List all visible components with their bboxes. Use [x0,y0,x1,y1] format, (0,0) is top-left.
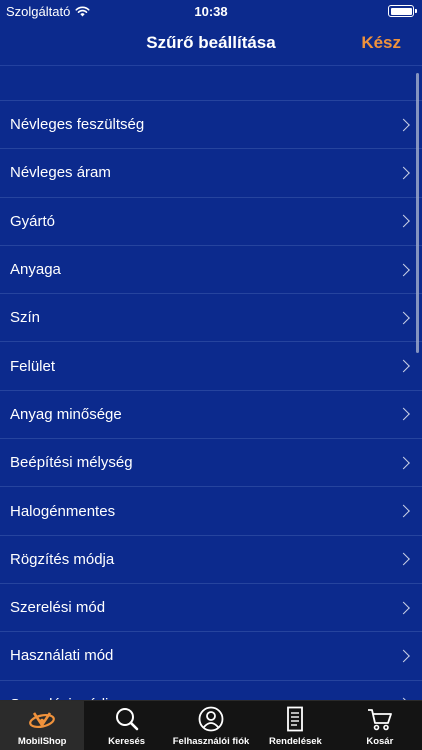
status-bar: Szolgáltató 10:38 [0,0,422,22]
filter-row-label: Gyártó [10,212,56,230]
tab-bar: MobilShop Keresés Felhasználói fiók Rend… [0,700,422,750]
mobilshop-logo-icon [29,712,56,729]
tab-label: Rendelések [269,736,322,747]
filter-row-label: Használati mód [10,647,114,665]
tab-cart[interactable]: Kosár [338,701,422,750]
filter-row-label: Névleges feszültség [10,116,145,134]
orders-icon [287,706,304,732]
filter-row-label: Felület [10,357,56,375]
page-title: Szűrő beállítása [146,33,276,52]
chevron-right-icon [397,311,410,325]
tab-orders[interactable]: Rendelések [253,701,337,750]
filter-row[interactable]: Halogénmentes [0,487,422,536]
tab-label: Kosár [366,736,394,747]
chevron-right-icon [397,359,410,373]
battery-icon [388,5,417,17]
tab-label: Keresés [108,736,146,747]
filter-row-label: Szín [10,309,41,327]
list-header-spacer [0,67,422,101]
tab-label: MobilShop [17,736,67,747]
done-button[interactable]: Kész [361,33,401,53]
filter-row-label: Beépítési mélység [10,454,133,472]
filter-row-label: Halogénmentes [10,502,116,520]
chevron-right-icon [397,504,410,518]
filter-row[interactable]: Szerelési mód [0,584,422,633]
filter-row[interactable]: Szín [0,294,422,343]
filter-row[interactable]: Rögzítés módja [0,536,422,584]
user-icon [198,706,224,732]
cart-icon [367,709,392,731]
filter-row[interactable]: Névleges áram [0,149,422,198]
filter-row-label: Anyaga [10,261,61,279]
filter-row-label: Szerelési mód [10,599,106,617]
status-time: 10:38 [194,4,228,19]
tab-account[interactable]: Felhasználói fiók [169,701,253,750]
nav-bar: Szűrő beállítása Kész [0,22,422,66]
search-icon [115,708,138,731]
filter-row[interactable]: Anyaga [0,246,422,295]
filter-row[interactable]: Felület [0,342,422,391]
filter-row-label: Rögzítés módja [10,550,115,568]
filter-row-label: Anyag minősége [10,405,122,423]
tab-mobilshop[interactable]: MobilShop [0,701,85,750]
chevron-right-icon [397,552,410,566]
chevron-right-icon [397,601,410,614]
scroll-indicator[interactable] [416,73,419,353]
chevron-right-icon [397,118,410,132]
filter-row[interactable]: Használati mód [0,632,422,681]
chevron-right-icon [397,456,410,470]
chevron-right-icon [397,649,410,663]
filter-row[interactable]: Szerelési módja [0,681,422,700]
filter-row-label: Névleges áram [10,164,111,182]
filter-row[interactable]: Gyártó [0,198,422,246]
tab-label: Felhasználói fiók [172,736,250,747]
chevron-right-icon [397,263,410,276]
chevron-right-icon [397,166,410,180]
filter-row[interactable]: Beépítési mélység [0,439,422,488]
filter-list[interactable]: Névleges feszültség Névleges áram Gyártó An… [0,67,422,700]
tab-search[interactable]: Keresés [84,701,168,750]
filter-row[interactable]: Anyag minősége [0,391,422,440]
filter-row[interactable]: Névleges feszültség [0,101,422,150]
chevron-right-icon [397,214,410,228]
chevron-right-icon [397,408,410,421]
